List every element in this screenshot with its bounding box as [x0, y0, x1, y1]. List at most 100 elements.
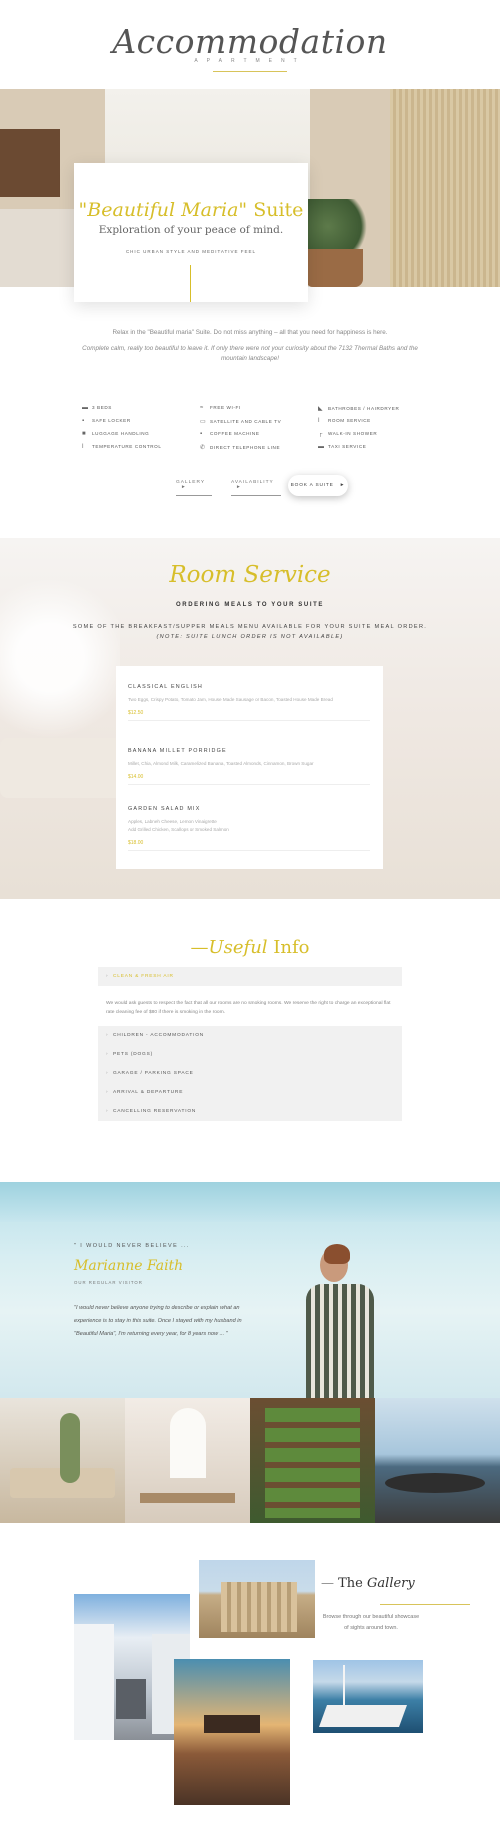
wifi-icon: ≈	[200, 405, 204, 411]
amenity-label: TAXI SERVICE	[328, 444, 367, 449]
amenity-label: TEMPERATURE CONTROL	[92, 444, 162, 449]
accordion-body: We would ask guests to respect the fact …	[98, 987, 402, 1025]
table-decor	[385, 1473, 485, 1493]
chevron-right-icon: ›	[106, 1052, 109, 1057]
hairdryer-icon: ◣	[318, 406, 324, 412]
shelf-decor	[0, 129, 60, 197]
curtain-decor	[390, 89, 500, 287]
accordion-label: GARAGE / PARKING SPACE	[113, 1071, 194, 1076]
chevron-right-icon: ›	[106, 1071, 109, 1076]
plant-leaves-decor	[296, 199, 376, 254]
bed-icon: ▬	[82, 405, 89, 411]
photo-dining-room	[0, 1398, 125, 1523]
arrow-right-icon: ►	[339, 483, 346, 488]
menu-item-name: BANANA MILLET PORRIDGE	[128, 748, 227, 754]
gallery-title: — The Gallery	[321, 1576, 415, 1591]
amenity-item: ǀ ROOM SERVICE	[318, 418, 371, 424]
amenity-label: SATELLITE AND CABLE TV	[210, 419, 282, 424]
book-suite-button[interactable]: BOOK A SUITE ►	[288, 475, 348, 496]
accordion-item-arrival[interactable]: › ARRIVAL & DEPARTURE	[98, 1083, 402, 1102]
boat-decor	[318, 1705, 408, 1727]
amenity-item: ┌ WALK-IN SHOWER	[318, 431, 377, 437]
testimonial-quote-head: " I WOULD NEVER BELIEVE ...	[74, 1243, 190, 1249]
gallery-image-street[interactable]	[74, 1594, 190, 1740]
suite-subtitle: Exploration of your peace of mind.	[98, 224, 284, 236]
intro-text: Relax in the "Beautiful maria" Suite. Do…	[112, 329, 388, 336]
amenity-label: SAFE LOCKER	[92, 418, 131, 423]
amenity-label: BATHROBES / HAIRDRYER	[328, 406, 400, 411]
accordion-item-parking[interactable]: › GARAGE / PARKING SPACE	[98, 1064, 402, 1083]
testimonial-text: "I would never believe anyone trying to …	[74, 1305, 242, 1337]
coffee-icon: ▪	[200, 431, 203, 437]
menu-divider	[128, 784, 370, 785]
amenity-label: 3 BEDS	[92, 405, 112, 410]
gallery-description: Browse through our beautiful showcase of…	[322, 1614, 420, 1631]
amenity-item: ✆ DIRECT TELEPHONE LINE	[200, 444, 280, 451]
suite-title-rest: Suite	[253, 199, 304, 221]
room-service-title: Room Service	[169, 562, 331, 588]
amenity-label: FREE WI-FI	[210, 405, 241, 410]
room-service-note: (NOTE: SUITE LUNCH ORDER IS NOT AVAILABL…	[156, 634, 344, 640]
useful-info-title: —Useful Info	[0, 937, 500, 958]
amenity-item: ≈ FREE WI-FI	[200, 405, 241, 411]
intro-text-italic: Complete calm, really too beautiful to l…	[82, 345, 418, 362]
sea-decor	[0, 1182, 500, 1222]
amenity-item: ▭ SATELLITE AND CABLE TV	[200, 418, 281, 425]
arrow-right-icon: ►	[236, 485, 242, 490]
gallery-button[interactable]: GALLERY ►	[176, 480, 212, 496]
chevron-down-icon: ›	[106, 974, 109, 979]
accordion-item-clean-air[interactable]: › CLEAN & FRESH AIR	[98, 967, 402, 986]
room-service-section: Room Service ORDERING MEALS TO YOUR SUIT…	[0, 538, 500, 899]
tv-icon: ▭	[200, 419, 207, 425]
amenity-label: COFFEE MACHINE	[210, 431, 260, 436]
plant-decor	[60, 1413, 80, 1483]
phone-icon: ✆	[200, 445, 206, 451]
photo-terrace	[375, 1398, 500, 1523]
useful-info-title-italic: Useful	[208, 937, 268, 958]
plant-wall-decor	[265, 1408, 360, 1518]
chevron-right-icon: ›	[106, 1033, 109, 1038]
accordion-label: CANCELLING RESERVATION	[113, 1109, 197, 1114]
accordion-label: CHILDREN - ACCOMMODATION	[113, 1033, 205, 1038]
amenity-label: LUGGAGE HANDLING	[92, 431, 150, 436]
luggage-icon: ■	[82, 431, 87, 437]
title-dash: —	[321, 1576, 334, 1591]
title-dash: —	[190, 937, 209, 958]
photo-lounge	[125, 1398, 250, 1523]
testimonial-section: " I WOULD NEVER BELIEVE ... Marianne Fai…	[0, 1182, 500, 1398]
accordion-item-children[interactable]: › CHILDREN - ACCOMMODATION	[98, 1026, 402, 1045]
accordion-item-pets[interactable]: › PETS (DOGS)	[98, 1045, 402, 1064]
plant-pot-decor	[305, 249, 363, 287]
suite-card: "Beautiful Maria" Suite Exploration of y…	[74, 163, 308, 302]
columns-decor	[221, 1582, 297, 1632]
flower-decor	[0, 568, 120, 748]
amenity-label: ROOM SERVICE	[328, 418, 371, 423]
amenity-label: DIRECT TELEPHONE LINE	[210, 445, 281, 450]
menu-divider	[128, 850, 370, 851]
visitor-photo	[300, 1244, 380, 1398]
gallery-underline	[380, 1604, 470, 1605]
amenity-item: ▬ 3 BEDS	[82, 405, 112, 411]
amenity-item: ▪ COFFEE MACHINE	[200, 431, 260, 437]
chevron-right-icon: ›	[106, 1109, 109, 1114]
gallery-image-pier[interactable]	[174, 1659, 290, 1805]
gallery-image-sailboat[interactable]	[313, 1660, 423, 1733]
menu-item-description: Add Grilled Chicken, Scallops or Smoked …	[128, 827, 229, 832]
pier-building-decor	[204, 1715, 260, 1733]
menu-item-price: $14.00	[128, 774, 144, 780]
amenity-label: WALK-IN SHOWER	[328, 431, 378, 436]
visitor-body	[306, 1284, 374, 1398]
menu-divider	[128, 720, 370, 721]
menu-item-price: $18.00	[128, 840, 144, 846]
menu-item-description: Two Eggs, Crispy Potato, Tomato Jam, Hou…	[128, 697, 333, 702]
menu-item-name: GARDEN SALAD MIX	[128, 806, 201, 812]
gallery-image-temple[interactable]	[199, 1560, 315, 1638]
suite-tagline: CHIC URBAN STYLE AND MEDITATIVE FEEL	[125, 249, 257, 254]
amenity-item: ǀ TEMPERATURE CONTROL	[82, 444, 162, 450]
shower-icon: ┌	[318, 431, 323, 437]
accordion-label: PETS (DOGS)	[113, 1052, 153, 1057]
availability-button[interactable]: AVAILABILITY ►	[231, 480, 281, 496]
taxi-icon: ▬	[318, 444, 325, 450]
suite-title-italic: "Beautiful Maria"	[78, 199, 248, 221]
accordion-item-cancelling[interactable]: › CANCELLING RESERVATION	[98, 1102, 402, 1121]
